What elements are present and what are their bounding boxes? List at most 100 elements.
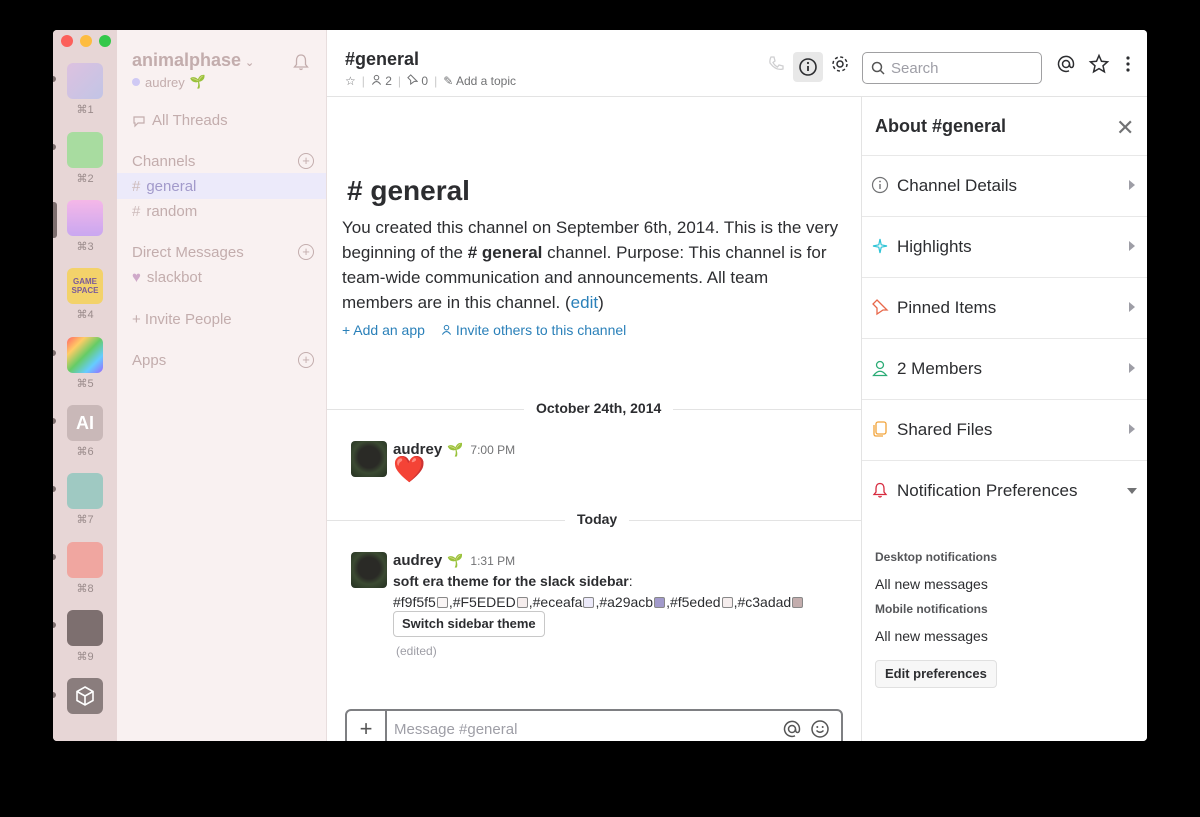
panel-title: About #general [875,116,1007,136]
team-5-shortcut: ⌘5 [76,378,94,390]
team-6-icon[interactable]: AI [67,405,103,441]
phone-icon[interactable] [765,53,787,75]
team-8-icon[interactable] [67,542,103,578]
row-label: Channel Details [897,176,1018,195]
unread-dot [53,692,56,698]
team-1-icon[interactable] [67,63,103,99]
date-divider: October 24th, 2014 [327,399,862,419]
bell-icon[interactable] [291,52,311,72]
members-count-value: 2 [385,74,392,88]
message-timestamp[interactable]: 7:00 PM [470,443,515,457]
highlights-row[interactable]: Highlights [862,216,1147,277]
color-swatch [436,597,448,608]
hash-icon: # [132,203,141,220]
color-swatch [792,597,804,608]
minimize-window-button[interactable] [80,35,92,47]
sprout-emoji: 🌱 [189,74,206,89]
add-app-label: Add an app [353,322,425,338]
message-composer[interactable]: + Message #general [345,709,843,741]
current-user[interactable]: audrey 🌱 [132,74,206,90]
members-row[interactable]: 2 Members [862,338,1147,399]
sidebar-item-slackbot[interactable]: ♥ slackbot [132,269,202,286]
add-channel-icon[interactable]: + [298,153,314,169]
channel-info-button[interactable] [793,52,823,82]
sidebar-item-random[interactable]: # random [132,203,197,220]
mention-icon[interactable] [781,718,803,740]
star-items-icon[interactable] [1088,53,1110,75]
more-options-icon[interactable] [1117,53,1139,75]
color-code: #eceafa [532,594,583,610]
team-rail: ⌘1 ⌘2 ⌘3 GAME SPACE ⌘4 ⌘5 AI ⌘6 ⌘7 ⌘8 ⌘9 [53,30,117,741]
window-controls [61,35,111,47]
pins-count[interactable]: 0 [407,74,428,88]
notification-preferences-row[interactable]: Notification Preferences [862,460,1147,521]
members-count[interactable]: 2 [371,74,392,88]
person-icon [371,74,381,85]
unread-dot [53,486,56,492]
hash-icon: # [132,178,141,195]
team-5-icon[interactable] [67,337,103,373]
team-10-icon[interactable] [67,678,103,714]
intro-channel-name[interactable]: # general [468,243,543,262]
add-app-icon[interactable]: + [298,352,314,368]
team-7-shortcut: ⌘7 [76,514,94,526]
team-9-shortcut: ⌘9 [76,651,94,663]
team-2-icon[interactable] [67,132,103,168]
message-input[interactable]: Message #general [387,721,781,738]
invite-people-link[interactable]: + Invite People [132,311,232,328]
invite-others-link[interactable]: Invite others to this channel [441,322,626,338]
color-code: #f9f5f5 [393,594,436,610]
apps-section-header[interactable]: Apps + [132,352,314,369]
emoji-icon[interactable] [809,718,831,740]
shared-files-row[interactable]: Shared Files [862,399,1147,460]
pinned-items-row[interactable]: Pinned Items [862,277,1147,338]
attach-plus-button[interactable]: + [347,711,387,741]
intro-actions: + Add an app Invite others to this chann… [342,322,626,338]
channels-section-header[interactable]: Channels + [132,153,314,170]
channel-meta: ☆ | 2 | 0 | ✎ Add a topic [345,74,516,88]
dm-label: slackbot [146,269,202,286]
zoom-window-button[interactable] [99,35,111,47]
info-icon [871,176,889,194]
channel-details-row[interactable]: Channel Details [862,155,1147,216]
gear-icon[interactable] [829,53,851,75]
close-icon[interactable]: ✕ [1116,115,1134,141]
info-icon [799,58,817,76]
star-icon[interactable]: ☆ [345,74,356,88]
chevron-right-icon [1129,180,1135,190]
row-label: Notification Preferences [897,481,1078,500]
team-7-icon[interactable] [67,473,103,509]
add-dm-icon[interactable]: + [298,244,314,260]
team-3-icon[interactable] [67,200,103,236]
divider: | [361,74,365,88]
add-app-link[interactable]: + Add an app [342,322,425,338]
sparkle-icon [872,238,888,254]
edit-purpose-link[interactable]: edit [571,293,598,312]
team-1-shortcut: ⌘1 [76,104,94,116]
avatar[interactable] [351,552,387,588]
search-input[interactable]: Search [862,52,1042,84]
apps-header-label: Apps [132,352,167,369]
close-window-button[interactable] [61,35,73,47]
switch-sidebar-theme-button[interactable]: Switch sidebar theme [393,611,545,637]
unread-dot [53,350,56,356]
message-author[interactable]: audrey [393,552,442,569]
channel-title: #general [345,49,420,69]
add-topic-link[interactable]: ✎ Add a topic [443,74,516,88]
team-9-icon[interactable] [67,610,103,646]
team-4-icon[interactable]: GAME SPACE [67,268,103,304]
mentions-icon[interactable] [1055,53,1077,75]
all-threads-link[interactable]: All Threads [132,112,228,129]
pin-icon [407,74,419,86]
avatar[interactable] [351,441,387,477]
team-name-menu[interactable]: animalphase ⌄ [132,50,254,71]
dm-section-header[interactable]: Direct Messages + [132,244,314,261]
desktop-notifications-label: Desktop notifications [875,550,998,564]
search-icon [871,61,885,75]
sidebar-item-general[interactable]: # general [132,178,196,195]
row-label: Pinned Items [897,298,997,317]
edit-preferences-button[interactable]: Edit preferences [875,660,997,688]
pin-icon [872,299,889,316]
message-timestamp[interactable]: 1:31 PM [470,554,515,568]
color-code: #a29acb [599,594,654,610]
